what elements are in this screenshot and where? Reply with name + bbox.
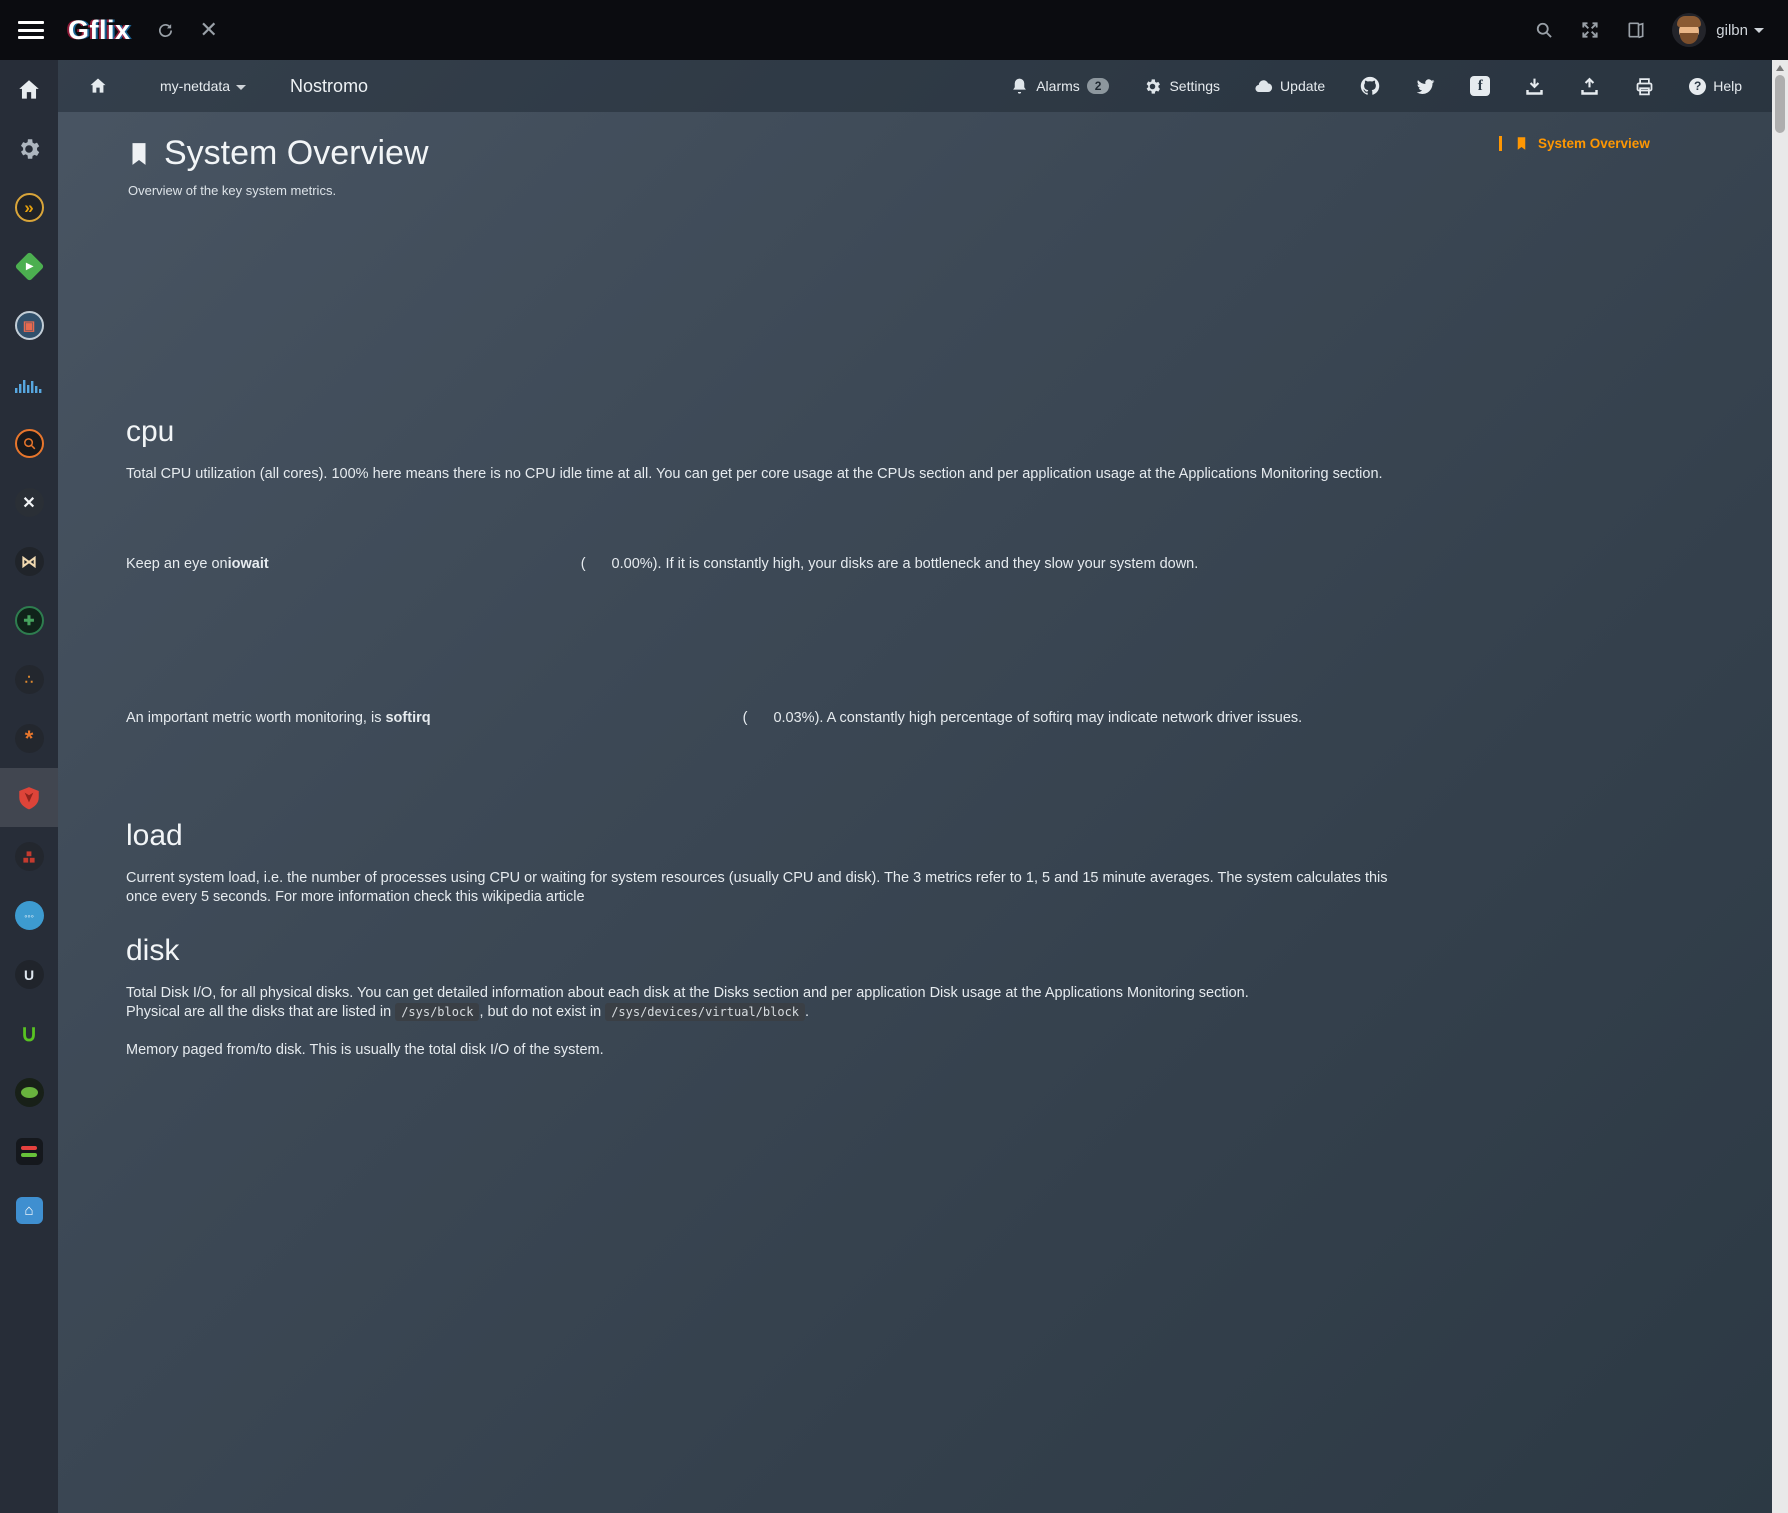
scrollbar-thumb[interactable]	[1775, 75, 1785, 133]
cloud-icon	[1254, 77, 1273, 96]
softirq-sparkline	[437, 643, 737, 793]
app-icon-plex[interactable]: »	[0, 178, 58, 237]
update-button[interactable]: Update	[1254, 77, 1325, 96]
facebook-icon[interactable]: f	[1470, 76, 1490, 96]
section-heading-load: load	[126, 819, 1500, 853]
app-icon-x-wing-app[interactable]: ✕	[0, 473, 58, 532]
hamburger-menu-icon[interactable]	[18, 21, 44, 39]
left-sidebar: »▶▣ ✕⋈✚∴* ◦◦◦U∪ ⌂	[0, 60, 58, 1513]
load-description: Current system load, i.e. the number of …	[126, 869, 1416, 908]
iowait-note: Keep an eye on iowait (0.00%). If it is …	[126, 489, 1500, 639]
settings-button[interactable]: Settings	[1143, 77, 1220, 96]
github-icon[interactable]	[1359, 75, 1381, 97]
app-icon-emby[interactable]: ▶	[0, 237, 58, 296]
upload-icon[interactable]	[1579, 76, 1600, 97]
refresh-icon[interactable]	[157, 22, 174, 39]
app-icon-diskover[interactable]	[0, 414, 58, 473]
pgpgio-description: Memory paged from/to disk. This is usual…	[126, 1041, 1416, 1061]
download-icon[interactable]	[1524, 76, 1545, 97]
app-icon-blue-dots-app[interactable]: ◦◦◦	[0, 886, 58, 945]
section-heading-disk: disk	[126, 934, 1500, 968]
chevron-down-icon	[1754, 28, 1764, 33]
server-dropdown[interactable]: my-netdata	[160, 78, 246, 94]
app-icon-settings-gear[interactable]	[0, 119, 58, 178]
cpu-description: Total CPU utilization (all cores). 100% …	[126, 465, 1416, 485]
home-icon	[16, 77, 42, 103]
search-icon	[22, 436, 37, 451]
app-icon-airsonic[interactable]	[0, 355, 58, 414]
page-title: System Overview	[164, 134, 429, 173]
alarms-count-badge: 2	[1087, 78, 1110, 94]
app-icon-red-cubes-app[interactable]	[0, 827, 58, 886]
gear-icon	[16, 136, 42, 162]
app-icon-netdata[interactable]	[0, 768, 58, 827]
gear-icon	[1143, 77, 1162, 96]
app-icon-green-emblem-app[interactable]: ✚	[0, 591, 58, 650]
app-icon-molecule-app[interactable]: ∴	[0, 650, 58, 709]
nav-group-system-overview[interactable]: System Overview	[1499, 136, 1772, 151]
username-menu[interactable]: gilbn	[1716, 22, 1764, 39]
iowait-sparkline	[275, 489, 575, 639]
code-sys-block: /sys/block	[395, 1003, 479, 1021]
home-icon[interactable]	[88, 76, 108, 96]
user-avatar[interactable]	[1672, 13, 1706, 47]
page-scrollbar[interactable]	[1772, 60, 1788, 1513]
app-icon-monitorr[interactable]	[0, 1122, 58, 1181]
app-icon-orange-gear-app[interactable]: *	[0, 709, 58, 768]
code-sys-devices-virtual-block: /sys/devices/virtual/block	[605, 1003, 805, 1021]
question-circle-icon: ?	[1689, 78, 1706, 95]
bookmark-icon	[1514, 136, 1529, 151]
alarms-button[interactable]: Alarms 2	[1010, 77, 1109, 96]
right-nav: System Overview	[1500, 112, 1772, 1513]
top-app-bar: Gflix ✕ gilbn	[0, 0, 1788, 60]
app-logo[interactable]: Gflix	[68, 15, 131, 46]
page-subtitle: Overview of the key system metrics.	[128, 183, 1500, 198]
app-icon-turtle-app[interactable]	[0, 1063, 58, 1122]
netdata-header-bar: my-netdata Nostromo Alarms 2 Settings Up…	[58, 60, 1772, 112]
app-icon-screenshot-app[interactable]: ▣	[0, 296, 58, 355]
hostname-label: Nostromo	[290, 76, 368, 97]
section-heading-cpu: cpu	[126, 415, 1500, 449]
disk-description: Total Disk I/O, for all physical disks. …	[126, 984, 1416, 1023]
app-icon-bowtie-app[interactable]: ⋈	[0, 532, 58, 591]
bell-icon	[1010, 77, 1029, 96]
close-icon[interactable]: ✕	[200, 19, 218, 41]
softirq-note: An important metric worth monitoring, is…	[126, 643, 1500, 793]
bookmark-icon	[126, 141, 152, 167]
fullscreen-icon[interactable]	[1580, 20, 1600, 40]
print-icon[interactable]	[1634, 76, 1655, 97]
search-icon[interactable]	[1534, 20, 1554, 40]
app-icon-home[interactable]	[0, 60, 58, 119]
gauges-row	[126, 214, 1500, 389]
help-button[interactable]: ? Help	[1689, 78, 1742, 95]
bookstack-icon[interactable]	[1626, 20, 1646, 40]
twitter-icon[interactable]	[1415, 76, 1436, 97]
app-icon-castle-app[interactable]: ⌂	[0, 1181, 58, 1240]
app-icon-green-u-app[interactable]: ∪	[0, 1004, 58, 1063]
app-icon-u-cube-app[interactable]: U	[0, 945, 58, 1004]
chevron-down-icon	[236, 85, 246, 90]
scrollbar-up-arrow[interactable]	[1776, 65, 1784, 71]
